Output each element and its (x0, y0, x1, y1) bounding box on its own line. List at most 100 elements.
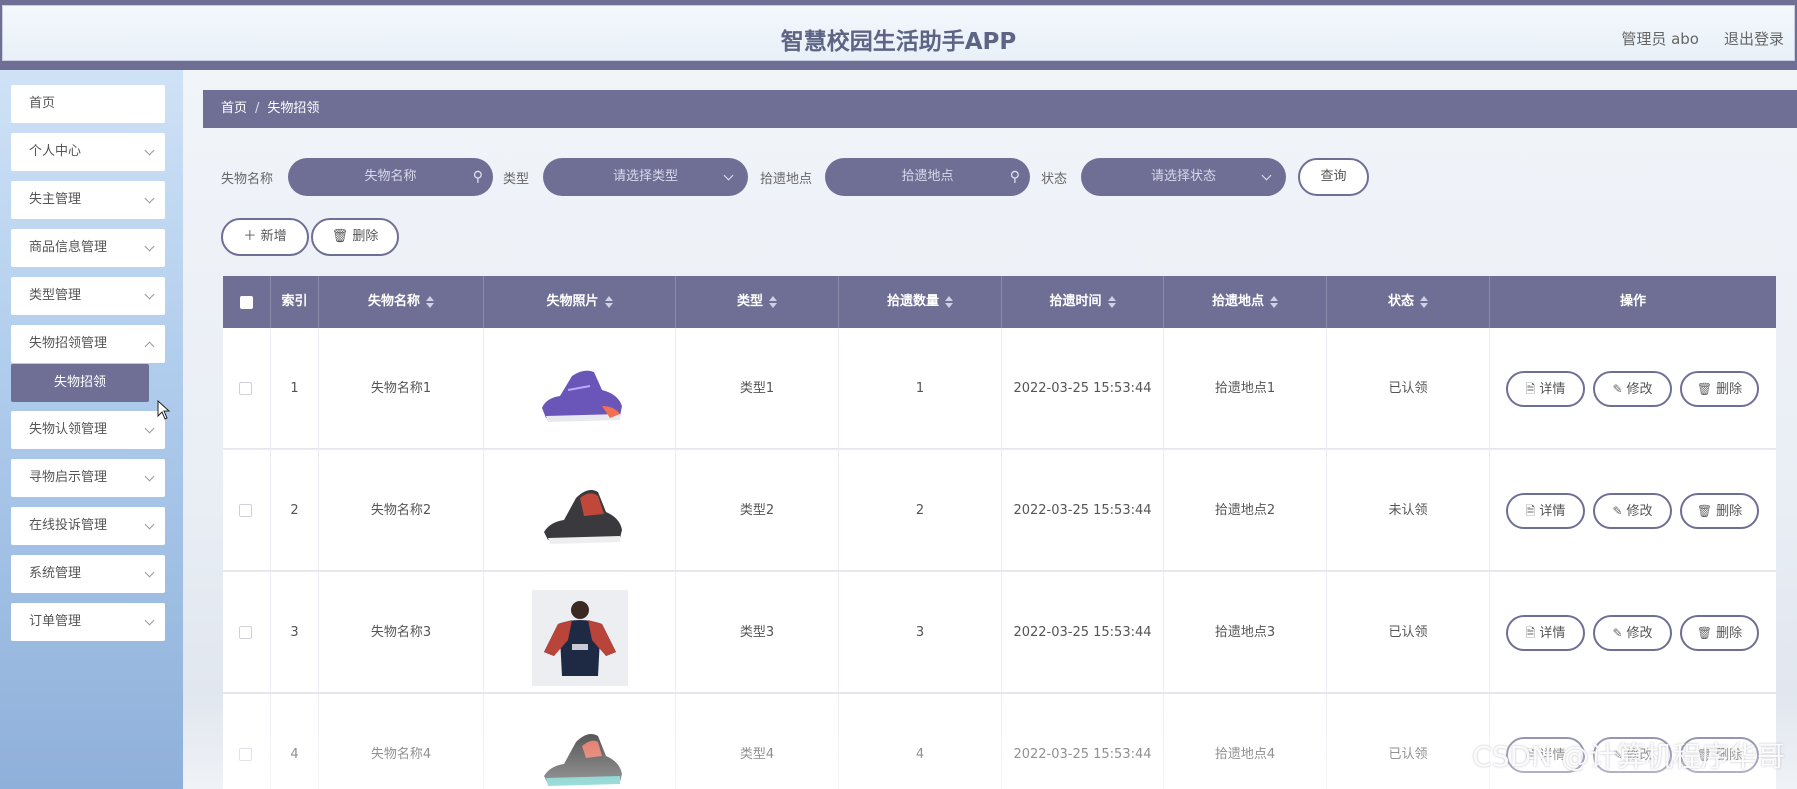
row-checkbox[interactable] (239, 626, 252, 639)
trash-icon: 🗑 (1696, 504, 1713, 518)
detail-button[interactable]: 🗎 详情 (1506, 371, 1585, 407)
sidebar-item-lost-found-management[interactable]: 失物招领管理 (11, 325, 165, 363)
search-icon: ⚲ (1009, 169, 1020, 185)
status-select[interactable]: 请选择状态 (1081, 158, 1286, 196)
type-select-placeholder: 请选择类型 (612, 169, 678, 184)
table-row: 2 失物名称2 类型2 2 2022-03-25 15:53:44 拾遗地点2 … (223, 450, 1776, 571)
row-checkbox[interactable] (239, 748, 252, 761)
logout-link[interactable]: 退出登录 (1724, 28, 1784, 49)
sidebar-item-label: 首页 (29, 96, 56, 111)
sort-icon[interactable] (1270, 295, 1278, 308)
column-header-location[interactable]: 拾遗地点 (1164, 276, 1327, 328)
sort-icon[interactable] (945, 295, 953, 308)
delete-button[interactable]: 🗑 删除 (1680, 371, 1759, 407)
current-user: 管理员 abo (1621, 30, 1699, 48)
chevron-up-icon (144, 341, 155, 352)
column-header-time[interactable]: 拾遗时间 (1002, 276, 1164, 328)
index-cell: 4 (271, 694, 319, 789)
search-icon: ⚲ (472, 169, 483, 185)
table-header: 索引 失物名称 失物照片 类型 拾遗数量 拾遗时间 拾遗地点 状态 操作 (223, 276, 1776, 328)
actions-cell: 🗎 详情 ✎ 修改 🗑 删除 (1490, 572, 1776, 693)
sidebar-item-label: 商品信息管理 (29, 240, 108, 255)
sort-icon[interactable] (769, 295, 777, 308)
sidebar-item-notice-management[interactable]: 寻物启示管理 (11, 459, 165, 497)
chevron-down-icon (144, 471, 155, 482)
location-search-input[interactable]: 拾遗地点 ⚲ (825, 158, 1030, 196)
time-cell: 2022-03-25 15:53:44 (1002, 694, 1164, 789)
edit-button[interactable]: ✎ 修改 (1593, 371, 1672, 407)
quantity-cell: 1 (839, 328, 1002, 449)
breadcrumb-separator: / (255, 101, 260, 116)
red-sneaker-image (532, 468, 628, 564)
type-cell: 类型2 (676, 450, 839, 571)
location-cell: 拾遗地点3 (1164, 572, 1327, 693)
sort-icon[interactable] (1420, 295, 1428, 308)
name-input-placeholder: 失物名称 (364, 169, 417, 184)
trash-icon: 🗑 (1696, 382, 1713, 396)
sort-icon[interactable] (604, 295, 613, 308)
detail-button[interactable]: 🗎 详情 (1506, 493, 1585, 529)
row-select-cell (223, 694, 271, 789)
sidebar-item-system-management[interactable]: 系统管理 (11, 555, 165, 593)
row-checkbox[interactable] (239, 504, 252, 517)
column-header-photo[interactable]: 失物照片 (484, 276, 676, 328)
chevron-down-icon (144, 519, 155, 530)
time-cell: 2022-03-25 15:53:44 (1002, 328, 1164, 449)
row-checkbox[interactable] (239, 382, 252, 395)
name-search-input[interactable]: 失物名称 ⚲ (288, 158, 493, 196)
sidebar-item-claim-management[interactable]: 失物认领管理 (11, 411, 165, 449)
status-cell: 已认领 (1327, 694, 1490, 789)
sidebar-item-label: 失物招领管理 (29, 336, 108, 351)
delete-button[interactable]: 🗑 删除 (1680, 493, 1759, 529)
quantity-cell: 3 (839, 572, 1002, 693)
plus-icon: ＋ (243, 229, 257, 244)
time-cell: 2022-03-25 15:53:44 (1002, 572, 1164, 693)
sidebar-item-order-management[interactable]: 订单管理 (11, 603, 165, 641)
breadcrumb-current: 失物招领 (267, 101, 320, 116)
sidebar-item-personal-center[interactable]: 个人中心 (11, 133, 165, 171)
status-cell: 已认领 (1327, 328, 1490, 449)
query-button[interactable]: 查询 (1298, 158, 1369, 196)
photo-cell (484, 450, 676, 571)
actions-cell: 🗎 详情 ✎ 修改 🗑 删除 (1490, 328, 1776, 449)
column-header-name[interactable]: 失物名称 (319, 276, 484, 328)
edit-button[interactable]: ✎ 修改 (1593, 615, 1672, 651)
type-select[interactable]: 请选择类型 (543, 158, 748, 196)
row-select-cell (223, 450, 271, 571)
actions-cell: 🗎 详情 ✎ 修改 🗑 删除 (1490, 450, 1776, 571)
column-header-status[interactable]: 状态 (1327, 276, 1490, 328)
sort-icon[interactable] (426, 295, 434, 308)
detail-button[interactable]: 🗎 详情 (1506, 615, 1585, 651)
name-cell: 失物名称1 (319, 328, 484, 449)
sidebar-item-type-management[interactable]: 类型管理 (11, 277, 165, 315)
row-select-cell (223, 572, 271, 693)
location-cell: 拾遗地点2 (1164, 450, 1327, 571)
breadcrumb-home[interactable]: 首页 (221, 101, 247, 116)
select-all-checkbox[interactable] (240, 296, 253, 309)
sidebar-item-label: 在线投诉管理 (29, 518, 108, 533)
column-header-quantity[interactable]: 拾遗数量 (839, 276, 1002, 328)
sidebar-item-owner-management[interactable]: 失主管理 (11, 181, 165, 219)
header-panel: 智慧校园生活助手APP 管理员 abo 退出登录 (2, 5, 1795, 61)
type-filter-label: 类型 (503, 172, 530, 187)
sidebar-subitem-lost-found[interactable]: 失物招领 (11, 364, 149, 402)
location-input-placeholder: 拾遗地点 (901, 169, 954, 184)
chevron-down-icon (144, 615, 155, 626)
chevron-down-icon (144, 241, 155, 252)
sidebar-item-complaint-management[interactable]: 在线投诉管理 (11, 507, 165, 545)
delete-button[interactable]: 🗑 删除 (1680, 615, 1759, 651)
sidebar-item-home[interactable]: 首页 (11, 85, 165, 123)
sidebar-item-label: 失物认领管理 (29, 422, 108, 437)
sidebar-item-label: 系统管理 (29, 566, 82, 581)
purple-sneaker-image (532, 346, 628, 442)
sort-icon[interactable] (1107, 295, 1116, 308)
add-button[interactable]: ＋ 新增 (221, 218, 309, 256)
column-header-type[interactable]: 类型 (676, 276, 839, 328)
sidebar-item-product-management[interactable]: 商品信息管理 (11, 229, 165, 267)
batch-delete-button[interactable]: 🗑 删除 (311, 218, 399, 256)
name-filter-label: 失物名称 (221, 172, 274, 187)
chevron-down-icon (144, 423, 155, 434)
sidebar: 首页 个人中心 失主管理 商品信息管理 类型管理 失物招领管理 失物招领 失物认… (0, 70, 183, 789)
edit-button[interactable]: ✎ 修改 (1593, 493, 1672, 529)
pencil-icon: ✎ (1612, 382, 1623, 396)
